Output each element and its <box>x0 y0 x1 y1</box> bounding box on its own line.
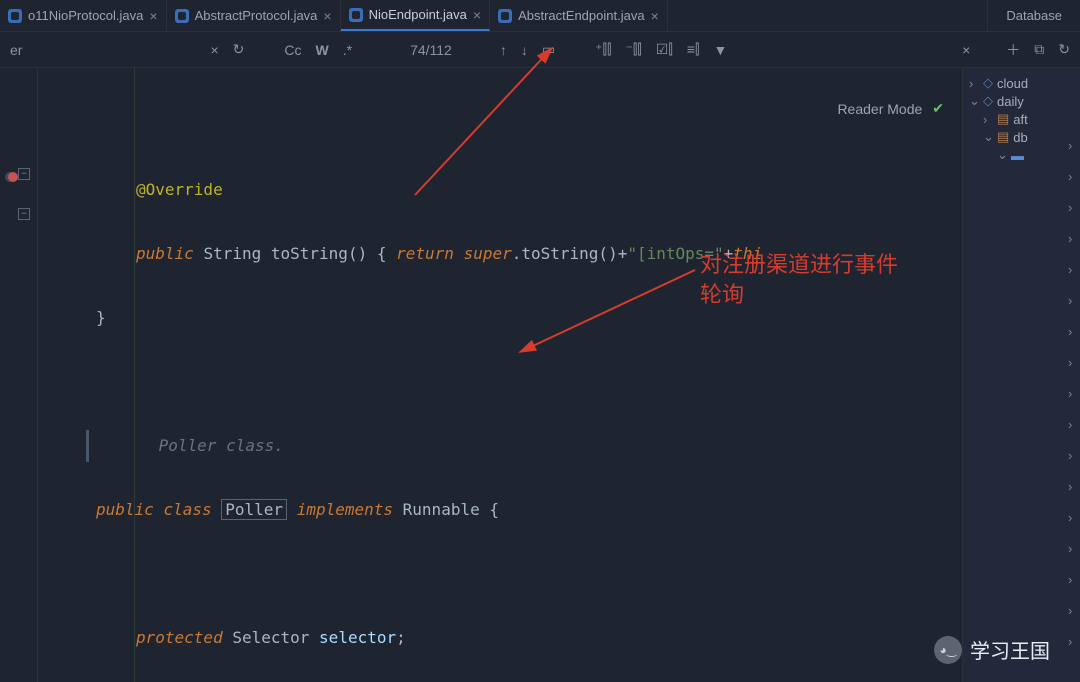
filter-icon[interactable]: ▼ <box>713 42 727 58</box>
reader-mode-toggle[interactable]: Reader Mode ✔ <box>837 100 944 117</box>
checkbox-icon[interactable]: ☑⫿ <box>656 41 673 58</box>
indent-guide <box>134 68 135 682</box>
tab-label: AbstractEndpoint.java <box>518 8 644 23</box>
tab-nioprotocol[interactable]: o11NioProtocol.java × <box>0 0 167 31</box>
add-datasource-icon[interactable]: ＋ <box>1006 40 1020 60</box>
tab-label: AbstractProtocol.java <box>195 8 318 23</box>
tree-item-schema[interactable]: ⌄▬ <box>967 146 1076 164</box>
add-selection-icon[interactable]: ⁺⫿⫿ <box>595 41 611 58</box>
select-all-icon[interactable]: ▭ <box>542 41 555 58</box>
java-file-icon <box>175 9 189 23</box>
match-count: 74/112 <box>410 42 452 58</box>
words-toggle[interactable]: W <box>316 42 329 58</box>
watermark: ◕‿ 学习王国 <box>934 635 1050 664</box>
gutter: − − <box>0 68 38 682</box>
fold-icon[interactable]: − <box>18 168 30 180</box>
code-editor[interactable]: 💡 @Override public String toString() { r… <box>38 68 962 682</box>
find-label: er <box>10 42 22 58</box>
regex-toggle[interactable]: .* <box>343 42 352 58</box>
check-icon: ✔ <box>932 100 944 117</box>
close-icon[interactable]: × <box>651 8 659 24</box>
close-icon[interactable]: × <box>473 7 481 23</box>
refresh-db-icon[interactable]: ↻ <box>1058 41 1070 58</box>
close-icon[interactable]: × <box>323 8 331 24</box>
close-icon[interactable]: × <box>149 8 157 24</box>
tree-item-cloud[interactable]: ›◇cloud <box>967 74 1076 92</box>
tab-abstractprotocol[interactable]: AbstractProtocol.java × <box>167 0 341 31</box>
tab-label: NioEndpoint.java <box>369 7 467 22</box>
tree-item-db[interactable]: ⌄▤db <box>967 128 1076 146</box>
java-file-icon <box>8 9 22 23</box>
database-panel: ›◇cloud ⌄◇daily ›▤aft ⌄▤db ⌄▬ ››››››››››… <box>962 68 1080 682</box>
wechat-icon: ◕‿ <box>934 636 962 664</box>
breakpoint-icon[interactable] <box>8 172 18 182</box>
tab-nioendpoint[interactable]: NioEndpoint.java × <box>341 0 490 31</box>
refresh-icon[interactable]: ↻ <box>233 41 245 58</box>
next-match-icon[interactable]: ↓ <box>521 42 528 58</box>
java-file-icon <box>349 8 363 22</box>
tree-item-aft[interactable]: ›▤aft <box>967 110 1076 128</box>
close-find-icon[interactable]: × <box>962 42 970 58</box>
copy-icon[interactable]: ⧉ <box>1034 41 1044 58</box>
settings-icon[interactable]: ≡⫿ <box>687 41 700 58</box>
tree-scroll[interactable]: ››››››››››››››››› <box>1068 138 1078 649</box>
find-toolbar: er × ↻ Cc W .* 74/112 ↑ ↓ ▭ ⁺⫿⫿ ⁻⫿⫿ ☑⫿ ≡… <box>0 32 1080 68</box>
prev-match-icon[interactable]: ↑ <box>500 42 507 58</box>
clear-icon[interactable]: × <box>210 42 218 58</box>
tab-abstractendpoint[interactable]: AbstractEndpoint.java × <box>490 0 668 31</box>
tree-item-daily[interactable]: ⌄◇daily <box>967 92 1076 110</box>
database-tab[interactable]: Database <box>987 0 1080 31</box>
tab-label: o11NioProtocol.java <box>28 8 143 23</box>
match-case-toggle[interactable]: Cc <box>284 42 301 58</box>
fold-icon[interactable]: − <box>18 208 30 220</box>
editor-tabs: o11NioProtocol.java × AbstractProtocol.j… <box>0 0 1080 32</box>
remove-selection-icon[interactable]: ⁻⫿⫿ <box>625 41 641 58</box>
java-file-icon <box>498 9 512 23</box>
